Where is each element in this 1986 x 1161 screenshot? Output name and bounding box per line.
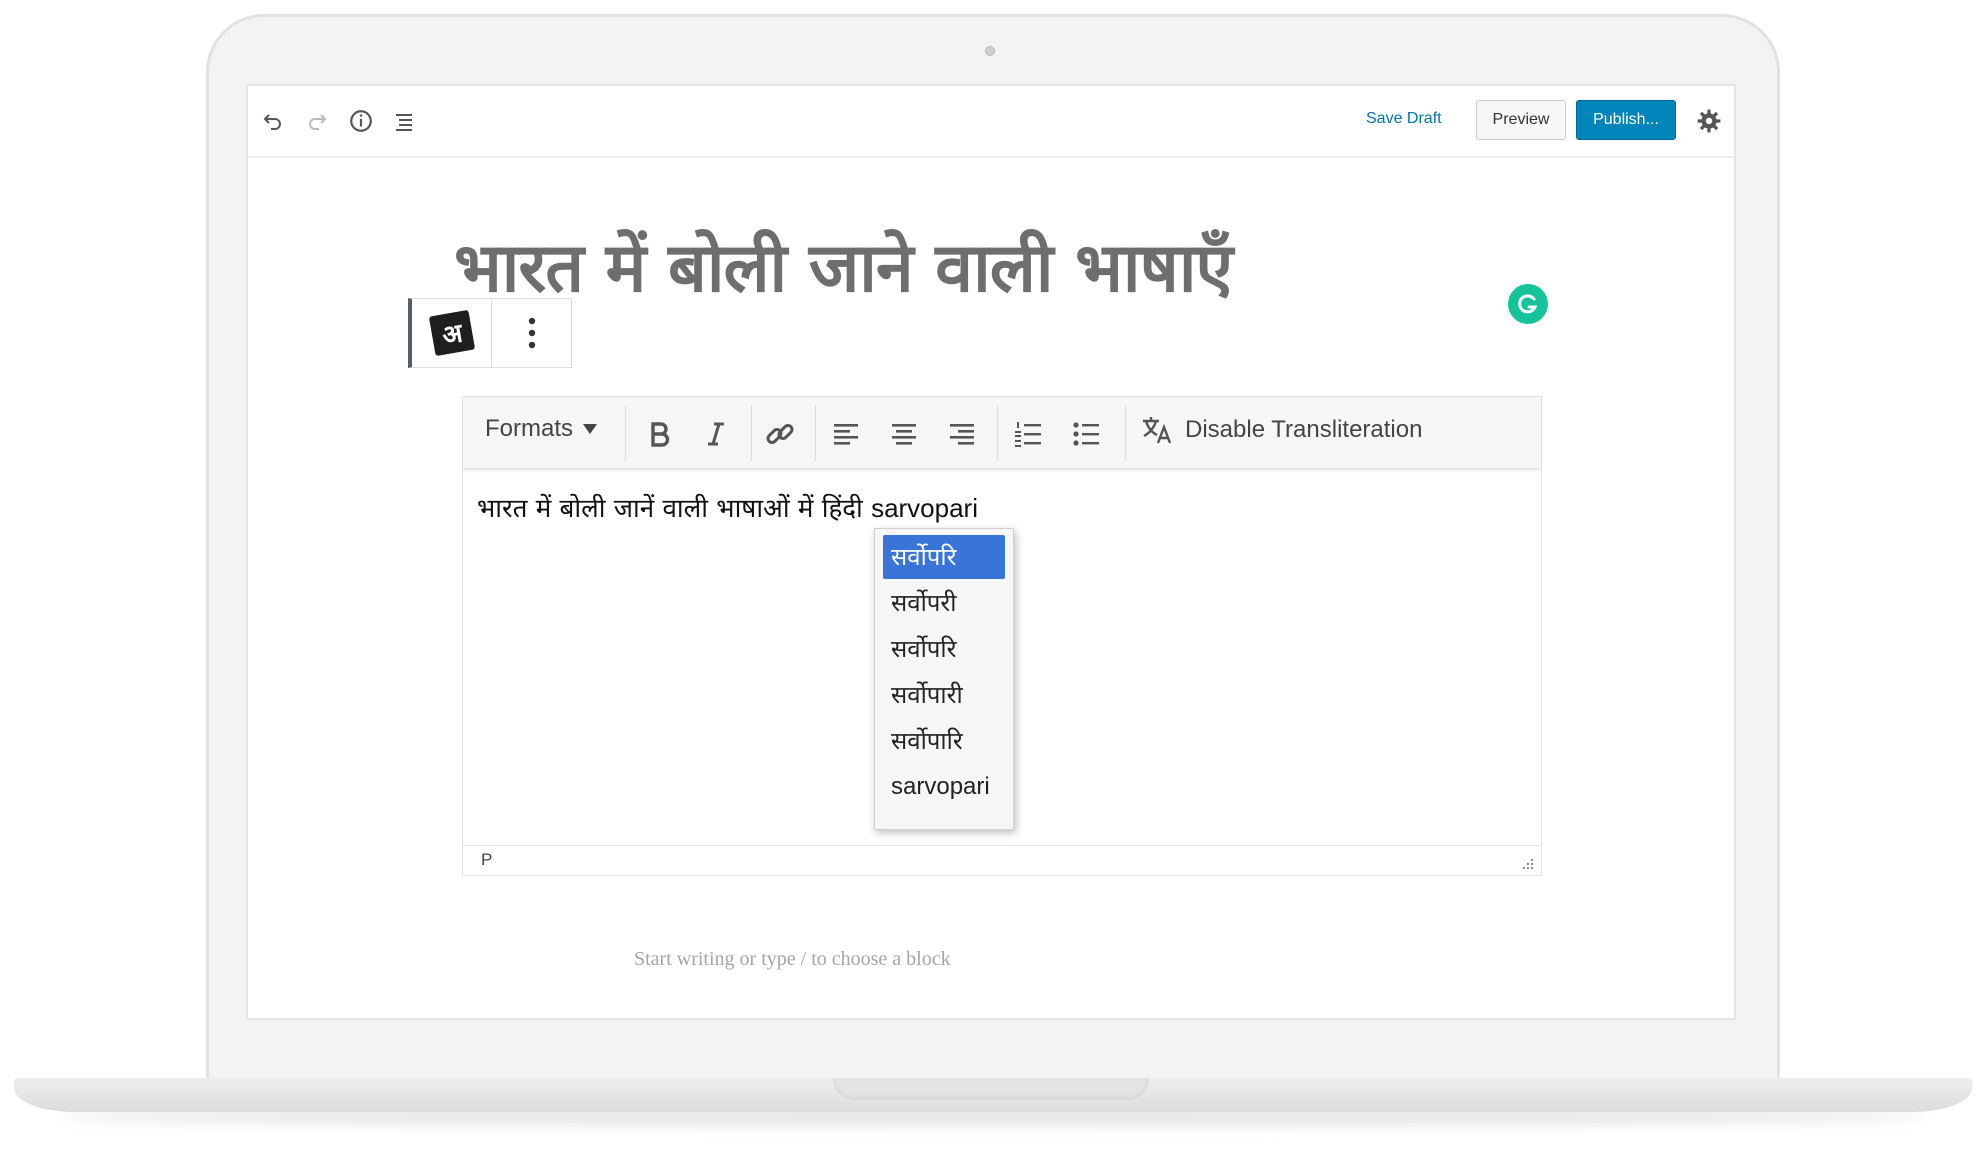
suggestion-item[interactable]: सर्वोपरी xyxy=(883,581,1005,625)
resize-handle-icon[interactable] xyxy=(1519,855,1535,871)
transliteration-icon: अ xyxy=(428,309,475,357)
bold-button[interactable] xyxy=(641,415,679,453)
bulleted-list-icon xyxy=(1073,422,1099,446)
align-right-button[interactable] xyxy=(943,415,981,453)
align-left-button[interactable] xyxy=(827,415,865,453)
suggestion-item[interactable]: सर्वोपरि xyxy=(883,535,1005,579)
bold-icon xyxy=(651,422,670,447)
laptop-camera xyxy=(985,46,995,56)
link-button[interactable] xyxy=(761,415,799,453)
undo-icon[interactable] xyxy=(258,106,288,136)
laptop-notch xyxy=(833,1078,1149,1100)
suggestion-item[interactable]: सर्वोपरि xyxy=(883,627,1005,671)
info-icon[interactable] xyxy=(346,106,376,136)
editor-screen: Save Draft Preview Publish... भारत में ब… xyxy=(246,84,1736,1020)
bulleted-list-button[interactable] xyxy=(1067,415,1105,453)
formats-dropdown[interactable]: Formats xyxy=(485,415,598,443)
transliteration-suggestions: सर्वोपरि सर्वोपरी सर्वोपरि सर्वोपारी सर्… xyxy=(874,528,1014,830)
publish-button[interactable]: Publish... xyxy=(1576,100,1676,140)
element-path[interactable]: P xyxy=(481,850,492,870)
classic-editor-toolbar: Formats Disable Transliteration xyxy=(463,397,1541,469)
translate-icon xyxy=(1143,417,1172,444)
link-icon xyxy=(766,424,794,444)
more-vertical-icon xyxy=(528,317,535,349)
disable-transliteration-button[interactable]: Disable Transliteration xyxy=(1141,415,1422,445)
block-toolbar: अ xyxy=(408,298,572,368)
align-right-icon xyxy=(950,424,974,445)
editor-content-text[interactable]: भारत में बोली जानें वाली भाषाओं में हिंद… xyxy=(477,489,978,525)
save-draft-link[interactable]: Save Draft xyxy=(1366,110,1442,128)
transliteration-toggle-button[interactable]: अ xyxy=(412,299,491,367)
disable-transliteration-label: Disable Transliteration xyxy=(1185,416,1423,443)
suggestion-item[interactable]: सर्वोपारि xyxy=(883,719,1005,763)
suggestion-item[interactable]: sarvopari xyxy=(883,765,1005,809)
more-options-button[interactable] xyxy=(491,299,571,367)
redo-icon[interactable] xyxy=(302,106,332,136)
editor-status-bar: P xyxy=(463,845,1541,875)
numbered-list-icon xyxy=(1015,422,1041,447)
caret-down-icon xyxy=(583,424,598,434)
gear-icon[interactable] xyxy=(1694,106,1724,136)
suggestion-item[interactable]: सर्वोपारी xyxy=(883,673,1005,717)
italic-icon xyxy=(708,422,724,446)
grammarly-icon[interactable] xyxy=(1508,284,1548,324)
formats-label: Formats xyxy=(485,415,574,442)
outline-icon[interactable] xyxy=(390,106,420,136)
numbered-list-button[interactable] xyxy=(1009,415,1047,453)
italic-button[interactable] xyxy=(697,415,735,453)
toolbar-separator xyxy=(751,405,752,461)
toolbar-separator xyxy=(997,405,998,461)
content-hindi-text: भारत में बोली जानें वाली भाषाओं में हिंद… xyxy=(477,494,863,524)
align-left-icon xyxy=(834,424,858,445)
align-center-icon xyxy=(892,424,916,445)
align-center-button[interactable] xyxy=(885,415,923,453)
editor-top-bar: Save Draft Preview Publish... xyxy=(248,86,1734,158)
toolbar-separator xyxy=(625,405,626,461)
preview-button[interactable]: Preview xyxy=(1476,100,1566,140)
block-placeholder[interactable]: Start writing or type / to choose a bloc… xyxy=(634,948,951,971)
content-latin-word: sarvopari xyxy=(871,493,978,523)
toolbar-separator xyxy=(1125,405,1126,461)
toolbar-separator xyxy=(815,405,816,461)
